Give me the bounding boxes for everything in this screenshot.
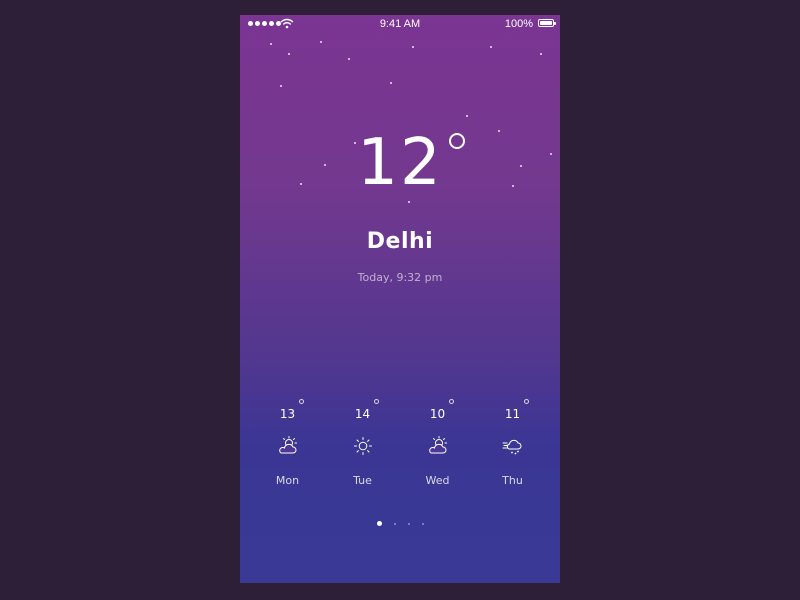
degree-icon xyxy=(299,399,305,404)
forecast-day-label: Thu xyxy=(502,474,523,487)
star xyxy=(390,82,392,84)
forecast-temp: 11 xyxy=(504,399,530,421)
star xyxy=(412,46,414,48)
star xyxy=(348,58,350,60)
forecast-temp-value: 11 xyxy=(504,407,521,421)
degree-icon xyxy=(449,399,455,404)
phone-screen: 9:41 AM 100% 12 Delhi Today, 9:32 pm 13 … xyxy=(240,15,560,583)
current-temperature: 12 xyxy=(357,126,465,200)
page-dot[interactable] xyxy=(393,522,396,525)
forecast-day-label: Mon xyxy=(275,474,300,487)
forecast-row: 13 Mon 14 Tue 10 Wed 11 Thu xyxy=(250,399,550,513)
page-dot[interactable] xyxy=(407,522,410,525)
forecast-temp-value: 10 xyxy=(429,407,446,421)
page-dot-active[interactable] xyxy=(376,521,382,526)
star xyxy=(540,53,542,55)
status-bar: 9:41 AM 100% xyxy=(240,15,560,35)
star xyxy=(490,46,492,48)
forecast-temp: 10 xyxy=(429,399,455,421)
star xyxy=(408,201,410,203)
updated-time: Today, 9:32 pm xyxy=(357,271,443,284)
forecast-temp-value: 13 xyxy=(279,407,296,421)
degree-icon xyxy=(374,399,380,404)
forecast-day-label: Wed xyxy=(425,474,450,487)
star xyxy=(466,115,468,117)
forecast-day-wed[interactable]: 10 Wed xyxy=(408,399,468,513)
forecast-temp: 13 xyxy=(279,399,305,421)
current-temperature-block: 12 xyxy=(240,127,560,199)
forecast-day-mon[interactable]: 13 Mon xyxy=(258,399,318,513)
degree-icon xyxy=(524,399,530,404)
city-name: Delhi xyxy=(366,229,434,254)
star xyxy=(320,41,322,43)
battery-percent: 100% xyxy=(504,18,533,30)
forecast-day-label: Tue xyxy=(353,474,372,487)
forecast-day-thu[interactable]: 11 Thu xyxy=(483,399,543,513)
forecast-temp: 14 xyxy=(354,399,380,421)
page-dot[interactable] xyxy=(421,522,424,525)
battery-icon xyxy=(538,19,556,27)
current-temperature-value: 12 xyxy=(357,126,443,200)
sun-icon xyxy=(353,437,372,455)
page-indicator[interactable] xyxy=(240,521,560,526)
forecast-temp-value: 14 xyxy=(354,407,371,421)
degree-icon xyxy=(448,133,465,149)
star xyxy=(288,53,290,55)
partly-cloudy-icon xyxy=(428,436,447,454)
cloud-rain-icon xyxy=(502,439,521,455)
star xyxy=(270,43,272,45)
forecast-day-tue[interactable]: 14 Tue xyxy=(333,399,393,513)
partly-cloudy-icon xyxy=(278,436,297,454)
star xyxy=(280,85,282,87)
app-stage: 9:41 AM 100% 12 Delhi Today, 9:32 pm 13 … xyxy=(0,0,800,600)
